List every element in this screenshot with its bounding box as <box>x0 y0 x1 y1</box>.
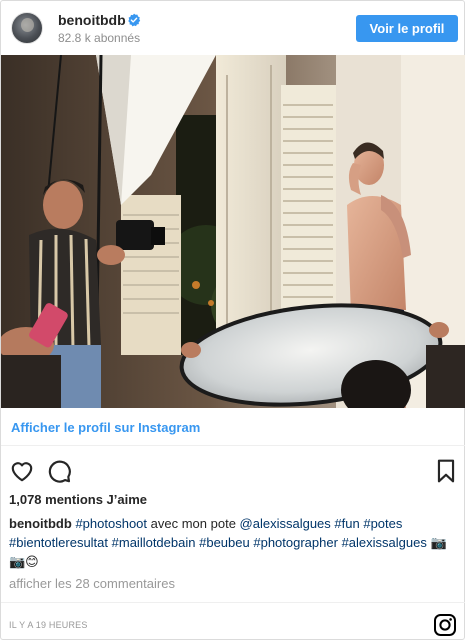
hashtag-link[interactable]: #potes <box>363 516 402 531</box>
caption: benoitbdb #photoshoot avec mon pote @ale… <box>9 514 459 571</box>
view-profile-button[interactable]: Voir le profil <box>356 15 458 42</box>
divider <box>1 445 465 446</box>
instagram-embed-card: benoitbdb 82.8 k abonnés Voir le profil <box>0 0 465 640</box>
heart-icon[interactable] <box>9 458 35 484</box>
view-on-instagram-link[interactable]: Afficher le profil sur Instagram <box>11 420 200 435</box>
view-comments-link[interactable]: afficher les 28 commentaires <box>9 576 175 591</box>
caption-text: #photoshoot avec mon pote @alexissalgues… <box>9 516 447 569</box>
username[interactable]: benoitbdb <box>58 12 126 28</box>
like-count[interactable]: 1,078 mentions J’aime <box>9 492 147 507</box>
timestamp: IL Y A 19 HEURES <box>9 620 88 630</box>
action-bar <box>1 453 465 487</box>
follower-count: 82.8 k abonnés <box>58 31 141 45</box>
avatar[interactable] <box>11 12 43 44</box>
hashtag-link[interactable]: #photoshoot <box>75 516 147 531</box>
post-header: benoitbdb 82.8 k abonnés Voir le profil <box>1 1 465 55</box>
mention-link[interactable]: @alexissalgues <box>240 516 331 531</box>
hashtag-link[interactable]: #maillotdebain <box>112 535 196 550</box>
verified-badge-icon <box>128 13 141 27</box>
hashtag-link[interactable]: #fun <box>334 516 359 531</box>
instagram-logo-icon[interactable] <box>433 613 457 637</box>
hashtag-link[interactable]: #beubeu <box>199 535 250 550</box>
bookmark-icon[interactable] <box>433 458 459 484</box>
hashtag-link[interactable]: #bientotleresultat <box>9 535 108 550</box>
comment-icon[interactable] <box>46 458 72 484</box>
caption-username[interactable]: benoitbdb <box>9 516 72 531</box>
photo-illustration <box>1 55 465 408</box>
hashtag-link[interactable]: #photographer <box>253 535 338 550</box>
divider <box>1 602 465 603</box>
hashtag-link[interactable]: #alexissalgues <box>342 535 427 550</box>
caption-text-segment: avec mon pote <box>147 516 240 531</box>
post-photo[interactable] <box>1 55 465 408</box>
